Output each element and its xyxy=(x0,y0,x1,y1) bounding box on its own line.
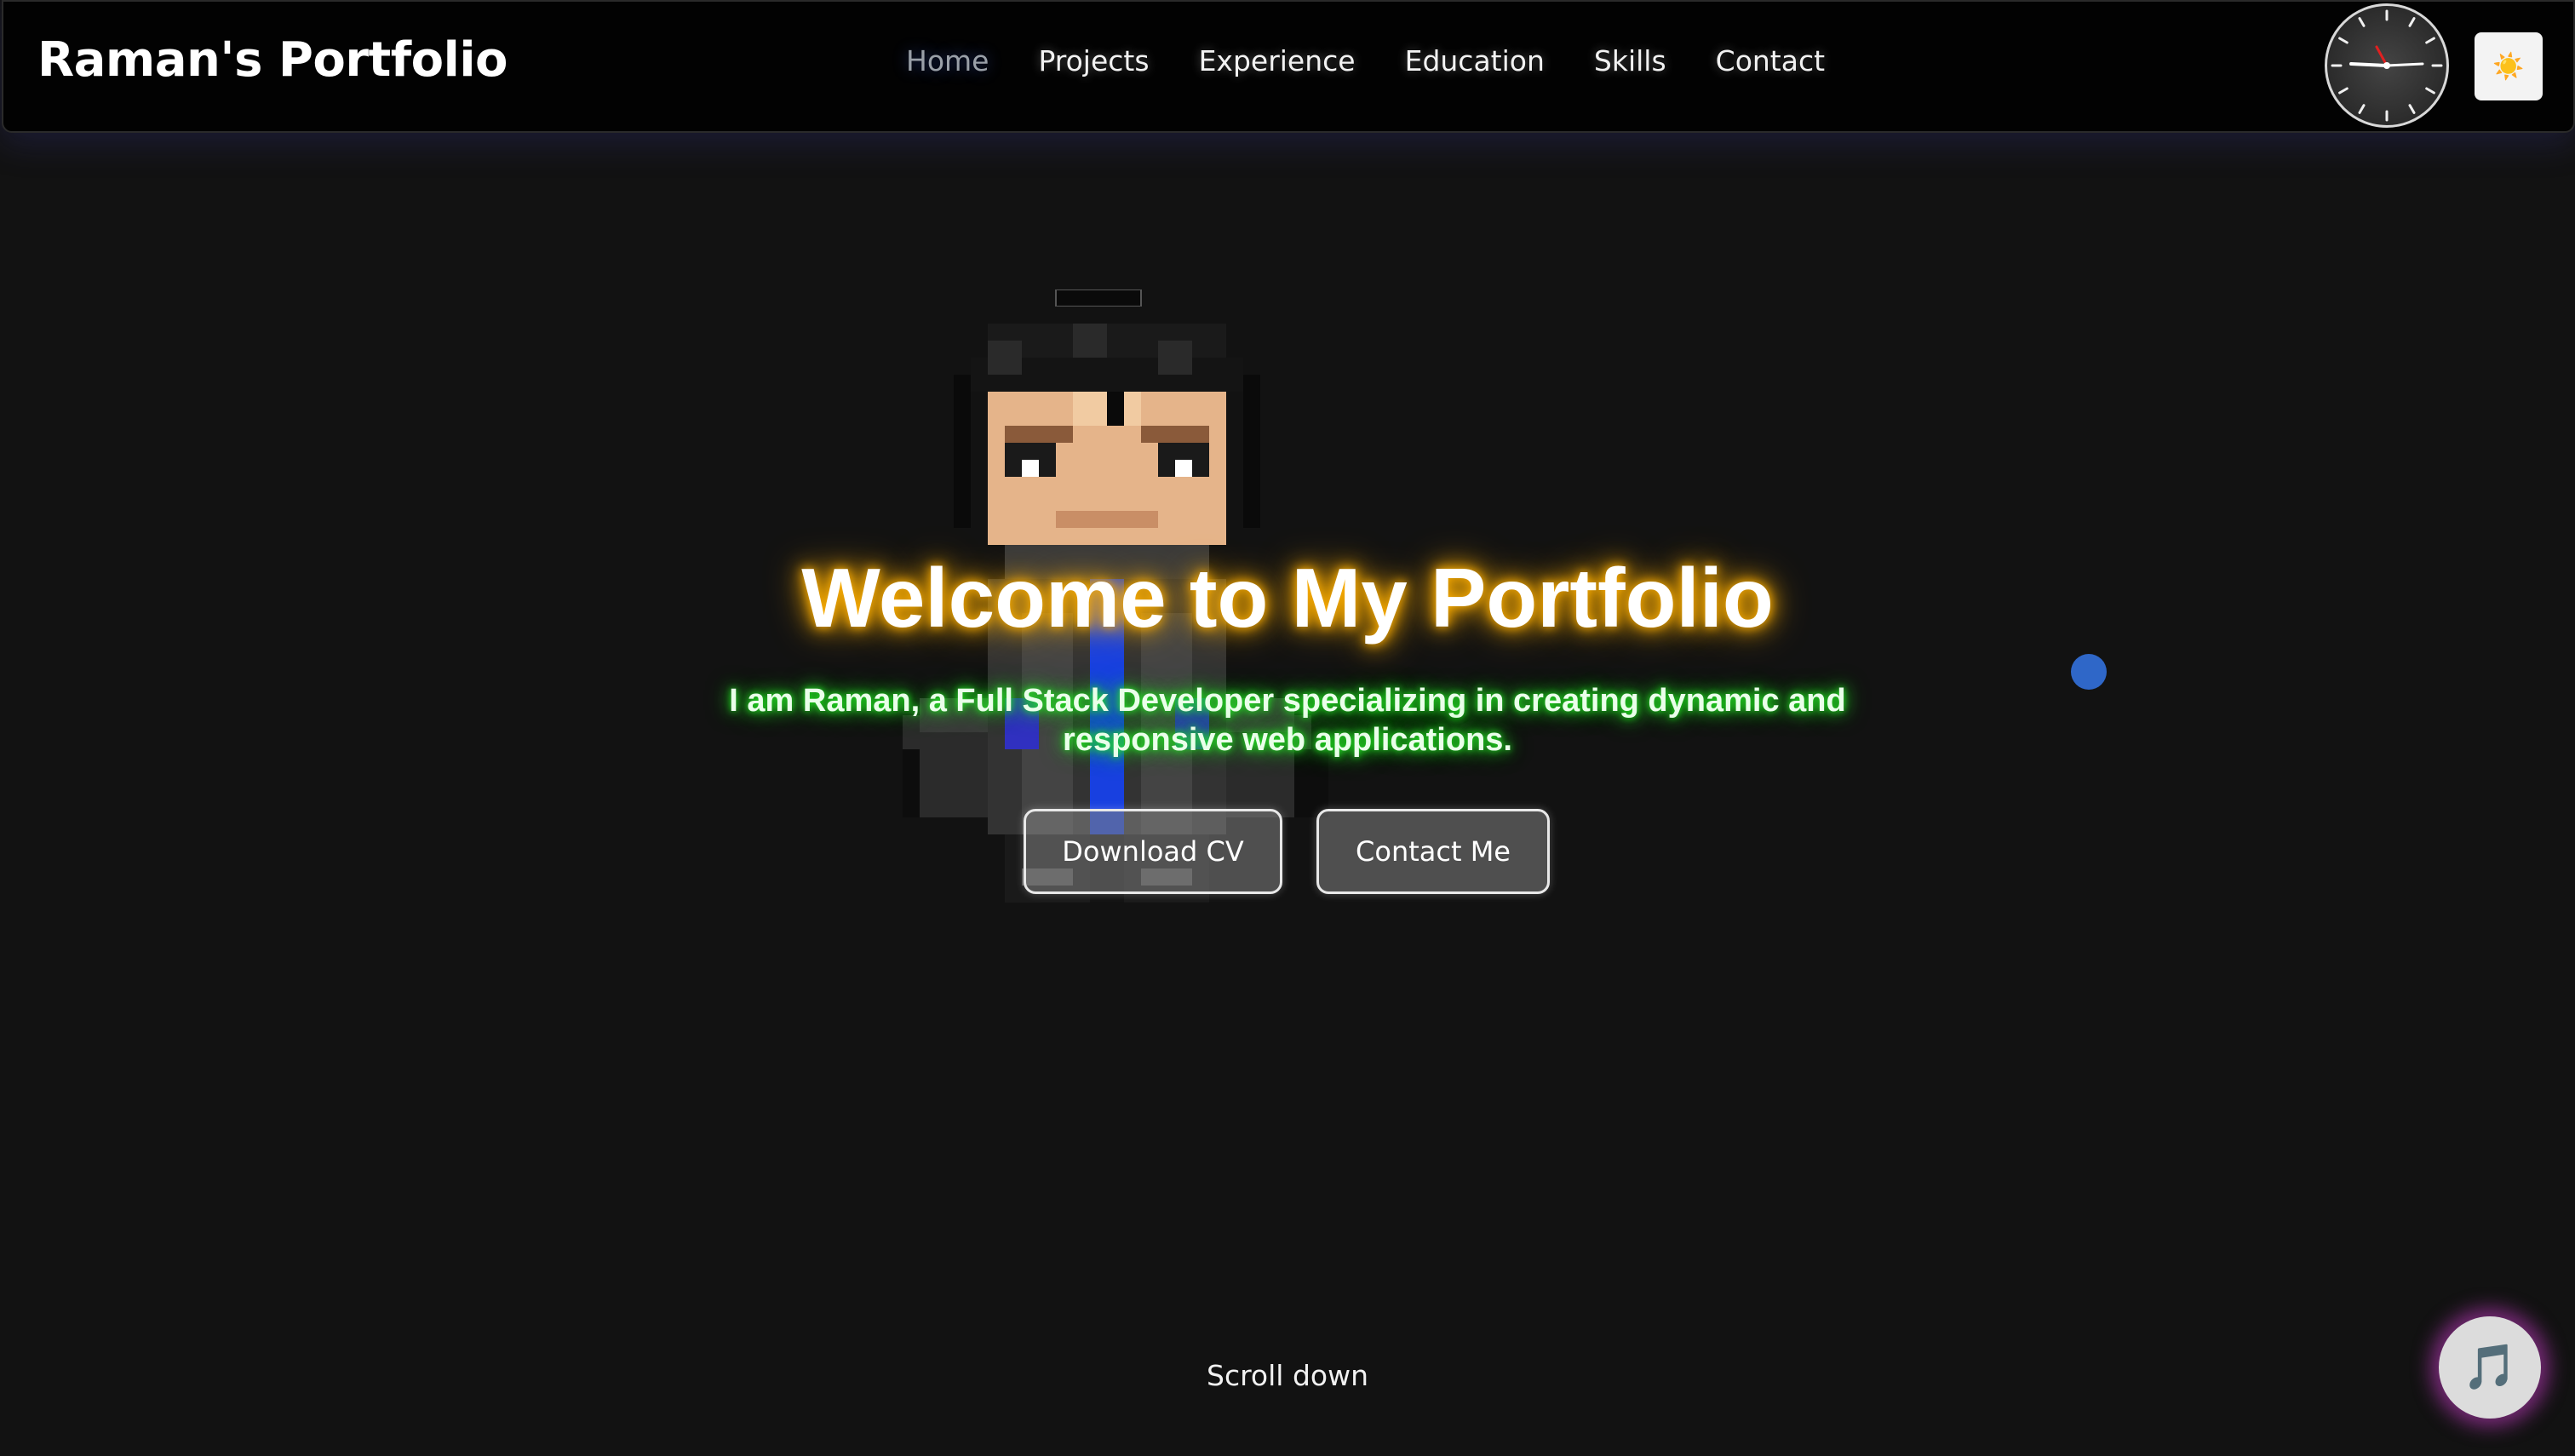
download-cv-button[interactable]: Download CV xyxy=(1024,809,1282,894)
portfolio-page: Raman's Portfolio Home Projects Experien… xyxy=(0,0,2575,1456)
nav-link-experience[interactable]: Experience xyxy=(1199,44,1356,77)
music-toggle-button[interactable]: 🎵 xyxy=(2439,1316,2541,1419)
nav-link-education[interactable]: Education xyxy=(1405,44,1545,77)
brand-title[interactable]: Raman's Portfolio xyxy=(37,32,508,88)
nav-link-home[interactable]: Home xyxy=(906,44,989,77)
navbar: Raman's Portfolio Home Projects Experien… xyxy=(2,0,2575,133)
hero-title: Welcome to My Portfolio xyxy=(801,551,1774,645)
cursor-dot xyxy=(2071,654,2107,690)
analog-clock-icon xyxy=(2325,3,2449,128)
nav-link-projects[interactable]: Projects xyxy=(1038,44,1149,77)
theme-toggle-button[interactable]: ☀️ xyxy=(2475,32,2543,100)
nav-link-contact[interactable]: Contact xyxy=(1716,44,1825,77)
music-note-icon: 🎵 xyxy=(2462,1342,2518,1393)
hero-subtitle: I am Raman, a Full Stack Developer speci… xyxy=(729,683,1846,758)
scroll-down-hint[interactable]: Scroll down xyxy=(0,1359,2575,1392)
contact-me-button[interactable]: Contact Me xyxy=(1316,809,1550,894)
nav-links: Home Projects Experience Education Skill… xyxy=(906,44,1874,77)
sun-icon: ☀️ xyxy=(2492,53,2525,81)
nav-link-skills[interactable]: Skills xyxy=(1594,44,1666,77)
